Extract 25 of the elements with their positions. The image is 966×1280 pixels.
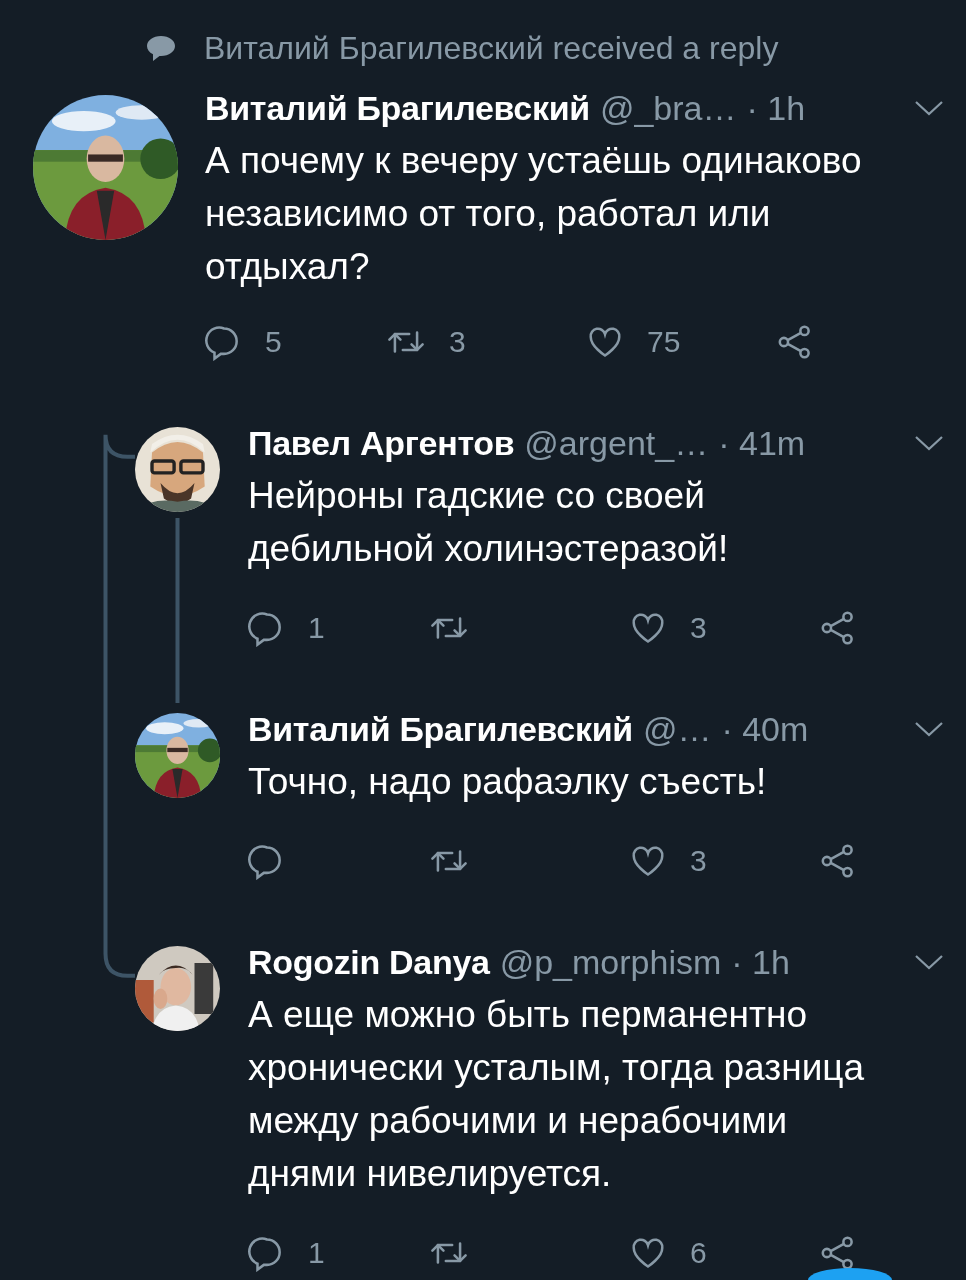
- author-handle: @…: [642, 709, 712, 749]
- like-count: 3: [690, 611, 707, 645]
- reply-count: 1: [308, 611, 325, 645]
- reply-count: 5: [265, 325, 282, 359]
- like-count: 6: [690, 1236, 707, 1270]
- tweet-text: Точно, надо рафаэлку съесть!: [248, 760, 768, 804]
- author-name[interactable]: Виталий Брагилевский: [248, 709, 633, 749]
- author-name[interactable]: Виталий Брагилевский: [205, 88, 590, 128]
- author-name[interactable]: Rogozin Danya: [248, 942, 490, 982]
- timestamp: · 1h: [731, 942, 790, 982]
- tweet-text: А еще можно быть перманентно хронически усталым, тогда разница между рабочими и нерабочими днями нивелируется.: [248, 993, 866, 1196]
- context-text: Виталий Брагилевский received a reply: [204, 29, 779, 67]
- tweet-text: А почему к вечеру устаёшь одинаково независимо от того, работал или отдыхал?: [205, 139, 863, 289]
- like-count: 3: [690, 844, 707, 878]
- reply-count: 1: [308, 1236, 325, 1270]
- retweet-count: 3: [449, 325, 466, 359]
- timestamp: · 1h: [746, 88, 806, 128]
- author-handle: @p_morphism: [499, 942, 722, 982]
- author-handle: @argent_…: [524, 423, 709, 463]
- tweet-text: Нейроны гадские со своей дебильной холинэстеразой!: [248, 474, 730, 571]
- timestamp: · 41m: [718, 423, 806, 463]
- timestamp: · 40m: [721, 709, 809, 749]
- author-name[interactable]: Павел Аргентов: [248, 423, 515, 463]
- author-handle: @_bra…: [599, 88, 737, 128]
- like-count: 75: [647, 325, 681, 359]
